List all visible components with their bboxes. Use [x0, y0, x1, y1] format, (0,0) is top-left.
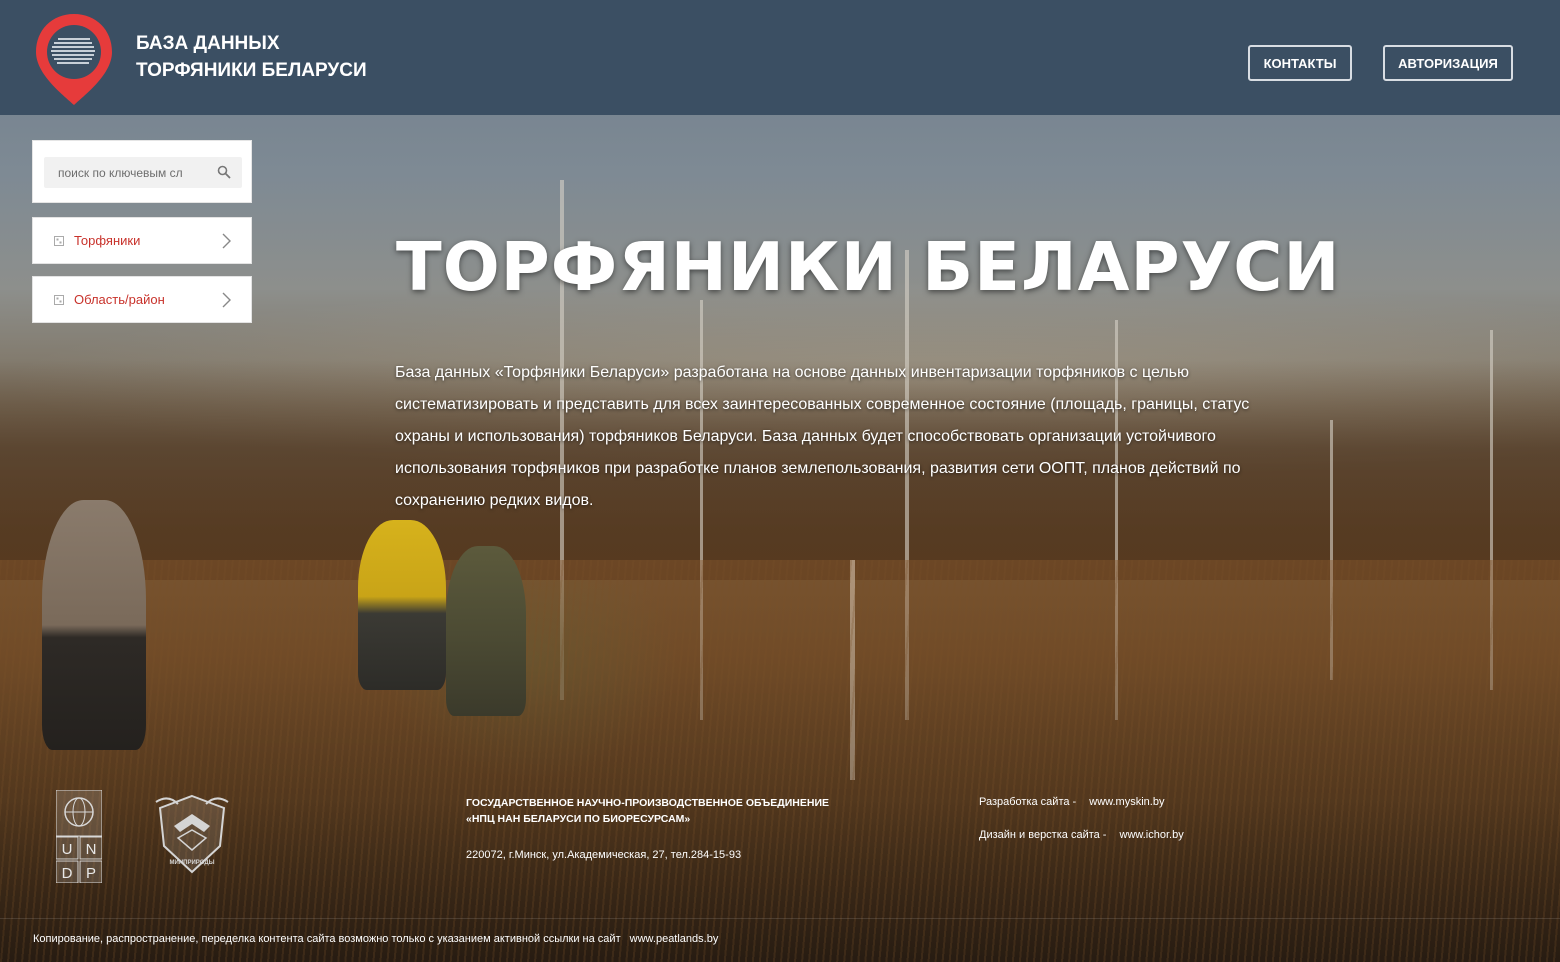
org-line2: «НПЦ НАН БЕЛАРУСИ ПО БИОРЕСУРСАМ»: [466, 813, 691, 825]
ministry-logo-text: МИНПРИРОДЫ: [170, 860, 215, 866]
undp-letter: N: [86, 841, 97, 858]
ministry-emblem-logo[interactable]: МИНПРИРОДЫ: [154, 792, 230, 878]
search-icon[interactable]: [217, 165, 231, 179]
search-input[interactable]: [58, 157, 208, 188]
sidebar-item-label: Область/район: [74, 292, 165, 307]
org-line1: ГОСУДАРСТВЕННОЕ НАУЧНО-ПРОИЗВОДСТВЕННОЕ …: [466, 797, 830, 809]
grid-bullet-icon: [54, 294, 64, 305]
dev-credit-link[interactable]: www.myskin.by: [1089, 796, 1164, 808]
copyright-text: Копирование, распространение, переделка …: [33, 933, 621, 945]
site-name-line1: БАЗА ДАННЫХ: [136, 33, 280, 54]
site-header: БАЗА ДАННЫХ ТОРФЯНИКИ БЕЛАРУСИ КОНТАКТЫ …: [0, 0, 1560, 115]
dev-credit: Разработка сайта - www.myskin.by: [979, 796, 1164, 808]
undp-logo[interactable]: U N D P: [56, 790, 102, 883]
sidebar-item-region[interactable]: Область/район: [32, 276, 252, 323]
dev-credit-label: Разработка сайта -: [979, 796, 1077, 808]
page-title: ТОРФЯНИКИ БЕЛАРУСИ: [396, 228, 1341, 306]
sidebar-item-label: Торфяники: [74, 233, 141, 248]
site-name-line2: ТОРФЯНИКИ БЕЛАРУСИ: [136, 60, 367, 81]
search-field-wrap: [44, 157, 242, 188]
design-credit-link[interactable]: www.ichor.by: [1120, 829, 1184, 841]
belarus-map-pin-logo[interactable]: [34, 12, 114, 107]
grid-bullet-icon: [54, 235, 64, 246]
copyright-bar: Копирование, распространение, переделка …: [0, 918, 1560, 962]
intro-text: База данных «Торфяники Беларуси» разрабо…: [395, 364, 1250, 509]
organization-name: ГОСУДАРСТВЕННОЕ НАУЧНО-ПРОИЗВОДСТВЕННОЕ …: [466, 795, 886, 827]
chevron-right-icon: [222, 292, 231, 307]
undp-letter: D: [62, 865, 73, 882]
chevron-right-icon: [222, 233, 231, 248]
auth-button[interactable]: АВТОРИЗАЦИЯ: [1383, 45, 1513, 81]
design-credit: Дизайн и верстка сайта - www.ichor.by: [979, 829, 1184, 841]
contacts-button[interactable]: КОНТАКТЫ: [1248, 45, 1352, 81]
copyright-link[interactable]: www.peatlands.by: [630, 933, 719, 945]
site-name[interactable]: БАЗА ДАННЫХ ТОРФЯНИКИ БЕЛАРУСИ: [136, 30, 367, 84]
copyright-notice: Копирование, распространение, переделка …: [33, 933, 718, 945]
organization-address: 220072, г.Минск, ул.Академическая, 27, т…: [466, 849, 742, 861]
search-panel: [32, 140, 252, 203]
sidebar-item-peatlands[interactable]: Торфяники: [32, 217, 252, 264]
design-credit-label: Дизайн и верстка сайта -: [979, 829, 1107, 841]
undp-letter: U: [62, 841, 73, 858]
undp-letter: P: [86, 865, 96, 882]
